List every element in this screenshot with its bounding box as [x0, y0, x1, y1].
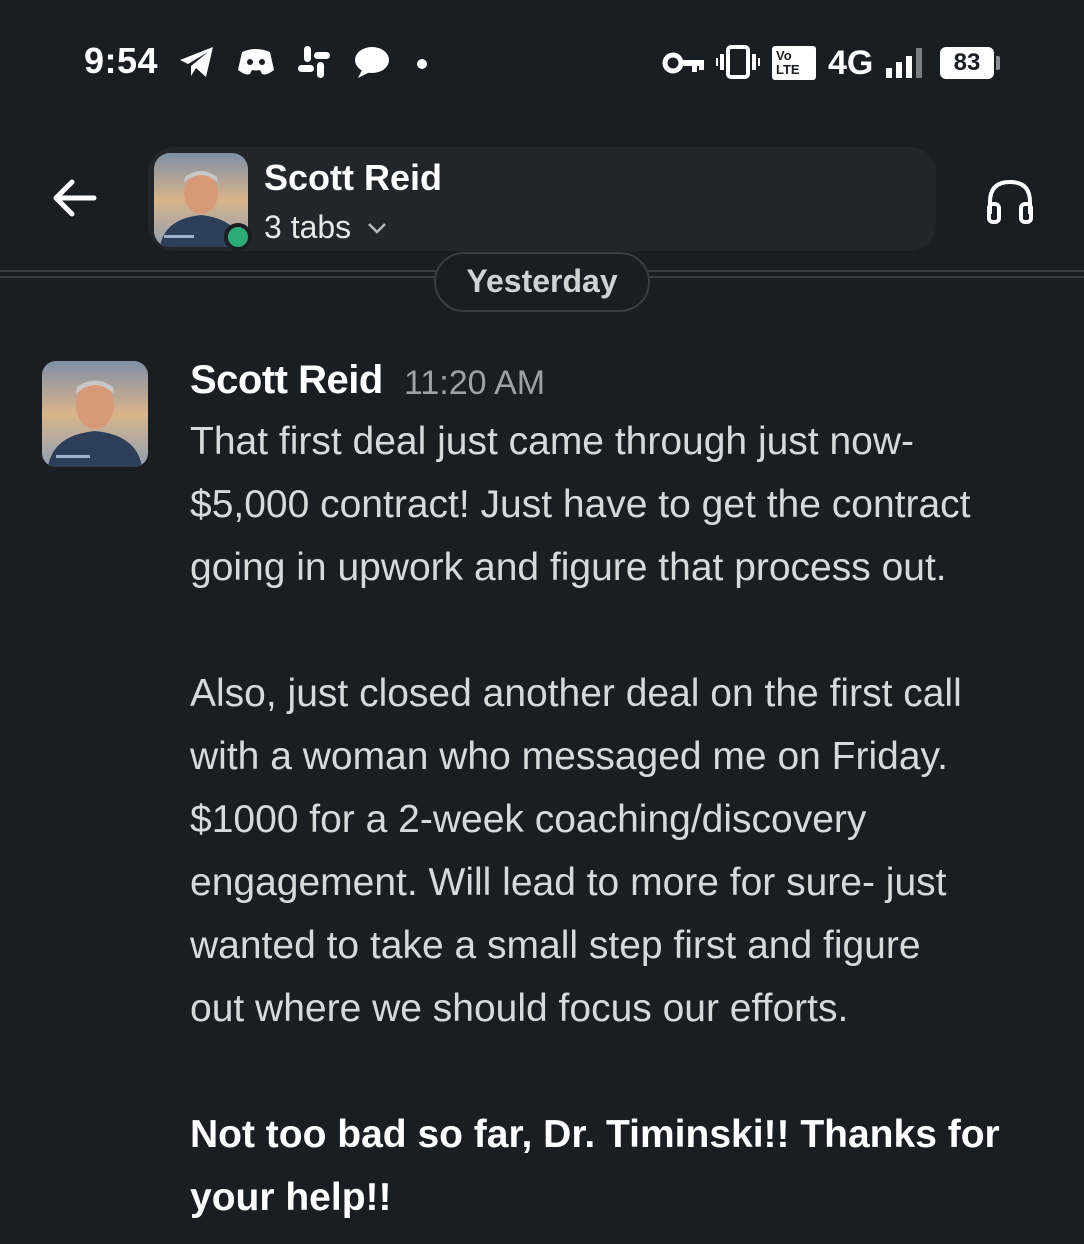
- headphones-icon: [987, 179, 1033, 224]
- network-type: 4G: [828, 44, 874, 82]
- vibrate-icon: [716, 44, 760, 80]
- back-arrow-icon: [53, 179, 97, 217]
- vpn-key-icon: [662, 44, 706, 80]
- channel-info-button[interactable]: Scott Reid 3 tabs: [148, 147, 936, 251]
- message-body: That first deal just came through just n…: [190, 410, 1060, 1229]
- slack-icon: [296, 44, 332, 80]
- header-name: Scott Reid: [264, 157, 443, 198]
- conversation-header: Scott Reid 3 tabs: [0, 130, 1084, 270]
- signal-icon: [884, 44, 930, 80]
- screen: 9:54 Vo LTE 4G 83 Scott Reid 3 tabs Yest…: [0, 0, 1084, 1244]
- message-timestamp: 11:20 AM: [404, 364, 546, 402]
- back-button[interactable]: [46, 170, 102, 226]
- telegram-icon: [178, 44, 216, 80]
- chevron-down-icon: [366, 217, 388, 239]
- status-bar: 9:54 Vo LTE 4G 83: [0, 0, 1084, 130]
- date-divider-label[interactable]: Yesterday: [434, 252, 650, 312]
- battery-level: 83: [940, 47, 994, 79]
- presence-online-indicator: [224, 223, 252, 251]
- discord-icon: [236, 44, 276, 80]
- huddle-button[interactable]: [982, 174, 1038, 230]
- status-time: 9:54: [84, 40, 159, 81]
- volte-badge: Vo LTE: [772, 46, 816, 80]
- chat-bubble-icon: [352, 44, 392, 80]
- battery-tip: [996, 56, 1000, 70]
- message-paragraph-bold: Not too bad so far, Dr. Timinski!! Thank…: [190, 1113, 1000, 1219]
- tabs-count-label: 3 tabs: [264, 209, 352, 245]
- message-paragraph: Also, just closed another deal on the fi…: [190, 672, 962, 1030]
- dot-icon: [414, 44, 430, 80]
- message-avatar[interactable]: [42, 361, 148, 467]
- message-author[interactable]: Scott Reid: [190, 358, 383, 403]
- message-paragraph: That first deal just came through just n…: [190, 420, 971, 589]
